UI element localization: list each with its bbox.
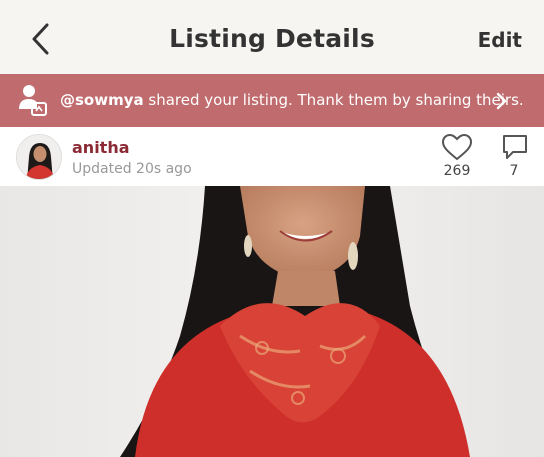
banner-handle[interactable]: @sowmya xyxy=(60,91,144,109)
model-photo-illustration xyxy=(0,186,544,457)
username-link[interactable]: anitha xyxy=(72,138,130,157)
page-title: Listing Details xyxy=(169,24,375,53)
avatar[interactable] xyxy=(16,134,62,180)
listing-owner-bar: anitha Updated 20s ago 269 7 xyxy=(0,127,544,186)
banner-message: @sowmya shared your listing. Thank them … xyxy=(60,91,524,109)
banner-text: shared your listing. Thank them by shari… xyxy=(143,91,524,109)
top-nav-bar: Listing Details Edit xyxy=(0,0,544,74)
updated-timestamp: Updated 20s ago xyxy=(72,161,192,177)
heart-icon[interactable] xyxy=(440,133,474,161)
share-user-icon xyxy=(19,85,47,116)
share-notification-banner[interactable]: @sowmya shared your listing. Thank them … xyxy=(0,74,544,127)
edit-button[interactable]: Edit xyxy=(478,28,522,52)
comment-count: 7 xyxy=(509,163,519,179)
like-count: 269 xyxy=(443,163,471,179)
listing-photo[interactable] xyxy=(0,186,544,457)
speech-bubble-icon[interactable] xyxy=(500,132,530,162)
chevron-right-icon xyxy=(496,92,507,110)
